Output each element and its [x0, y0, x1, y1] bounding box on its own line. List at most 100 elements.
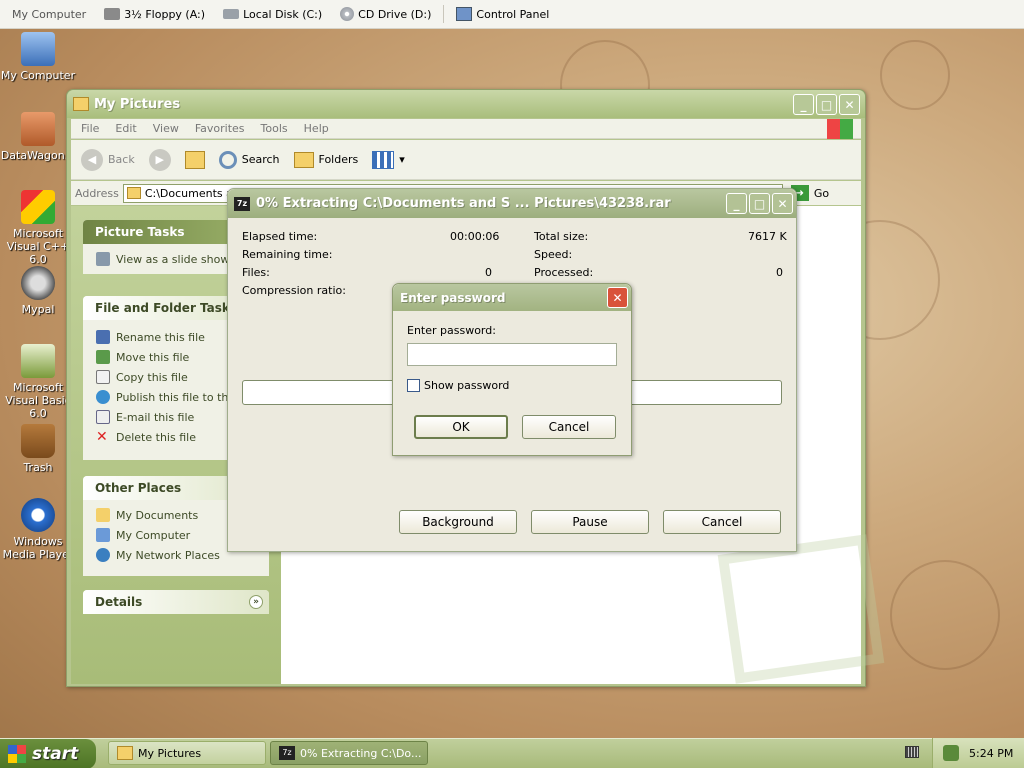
back-arrow-icon: ◀: [81, 148, 103, 171]
desktop-icon-label: Windows Media Player: [2, 535, 74, 561]
media-player-icon: [21, 498, 55, 532]
explorer-title-bar[interactable]: My Pictures: [67, 90, 865, 118]
pause-button[interactable]: Pause: [531, 510, 649, 534]
expand-chevron-icon[interactable]: »: [249, 595, 263, 609]
menu-edit[interactable]: Edit: [115, 122, 136, 135]
topbar-local-disk[interactable]: Local Disk (C:): [217, 6, 328, 23]
minimize-button[interactable]: _: [793, 94, 814, 115]
desktop-icon-my-computer[interactable]: My Computer: [0, 32, 76, 82]
topbar-cd-drive-label: CD Drive (D:): [358, 7, 432, 21]
pause-button-label: Pause: [572, 515, 608, 529]
desktop-icon-label: My Computer: [0, 69, 76, 82]
extract-cancel-button[interactable]: Cancel: [663, 510, 781, 534]
ok-button[interactable]: OK: [414, 415, 508, 439]
menu-file[interactable]: File: [81, 122, 99, 135]
topbar-separator: [443, 5, 445, 23]
windows-flag-icon: [8, 744, 26, 763]
task-label: Copy this file: [116, 370, 188, 384]
chevron-down-icon: ▾: [399, 153, 405, 166]
password-cancel-button[interactable]: Cancel: [522, 415, 616, 439]
forward-button[interactable]: ▶: [145, 146, 175, 174]
up-folder-icon: [184, 150, 205, 169]
checkbox-box[interactable]: [407, 379, 420, 392]
menu-tools[interactable]: Tools: [261, 122, 288, 135]
topbar-cd-drive[interactable]: CD Drive (D:): [334, 5, 437, 23]
address-label: Address: [75, 186, 119, 200]
details-header[interactable]: Details »: [83, 590, 269, 614]
desktop-icon-datawagon[interactable]: DataWagon...: [0, 112, 76, 162]
system-tray: 5:24 PM: [932, 738, 1024, 768]
picture-watermark-icon: [717, 534, 885, 684]
globe-icon: [96, 390, 110, 404]
place-label: My Documents: [116, 508, 199, 522]
processed-value: 0: [776, 266, 783, 279]
show-password-label: Show password: [424, 379, 510, 392]
network-icon: [96, 548, 110, 562]
minimize-icon: _: [800, 97, 807, 112]
views-icon: [372, 150, 395, 169]
ok-button-label: OK: [452, 420, 470, 434]
topbar-control-panel[interactable]: Control Panel: [450, 5, 555, 23]
maximize-icon: □: [753, 196, 766, 211]
7zip-icon: 7z: [279, 746, 295, 760]
background-button[interactable]: Background: [399, 510, 517, 534]
maximize-button[interactable]: □: [816, 94, 837, 115]
start-button[interactable]: start: [0, 738, 96, 768]
elapsed-time-label: Elapsed time:: [242, 230, 318, 243]
desktop-icon-media-player[interactable]: Windows Media Player: [0, 498, 76, 561]
visual-cpp-icon: [21, 190, 55, 224]
close-icon: ✕: [777, 196, 788, 211]
floppy-drive-icon: [104, 8, 121, 20]
extract-title-bar[interactable]: 7z 0% Extracting C:\Documents and S ... …: [228, 189, 796, 218]
background-button-label: Background: [422, 515, 494, 529]
taskbar-item-my-pictures[interactable]: My Pictures: [108, 741, 266, 765]
password-title: Enter password: [400, 290, 506, 305]
extract-close-button[interactable]: ✕: [772, 193, 793, 214]
taskbar-item-extracting[interactable]: 7z 0% Extracting C:\Do...: [270, 741, 428, 765]
password-input[interactable]: [407, 343, 617, 366]
topbar-local-disk-label: Local Disk (C:): [243, 7, 323, 21]
password-close-button[interactable]: ✕: [607, 287, 628, 308]
delete-icon: ✕: [96, 429, 108, 445]
explorer-title: My Pictures: [94, 96, 181, 112]
extract-minimize-button[interactable]: _: [726, 193, 747, 214]
compression-ratio-label: Compression ratio:: [242, 284, 346, 297]
taskbar-item-label: 0% Extracting C:\Do...: [300, 746, 422, 760]
topbar-my-computer[interactable]: My Computer: [6, 6, 92, 23]
topbar-floppy[interactable]: 3½ Floppy (A:): [98, 6, 211, 23]
desktop-icon-mypal[interactable]: Mypal: [0, 266, 76, 316]
up-folder-button[interactable]: [181, 148, 209, 172]
search-button[interactable]: Search: [215, 148, 284, 172]
extract-maximize-button[interactable]: □: [749, 193, 770, 214]
extract-cancel-button-label: Cancel: [701, 515, 743, 529]
close-button[interactable]: ✕: [839, 94, 860, 115]
views-button[interactable]: ▾: [368, 148, 409, 172]
menu-favorites[interactable]: Favorites: [195, 122, 245, 135]
standard-toolbar: ◀ Back ▶ Search Folders ▾: [71, 140, 861, 180]
password-cancel-button-label: Cancel: [548, 420, 590, 434]
back-button[interactable]: ◀ Back: [77, 146, 139, 174]
clock[interactable]: 5:24 PM: [969, 747, 1013, 760]
tray-app-icon[interactable]: [943, 745, 959, 761]
desktop-icon-visual-cpp[interactable]: Microsoft Visual C++ 6.0: [0, 190, 76, 266]
folders-button[interactable]: Folders: [290, 149, 363, 171]
files-value: 0: [485, 266, 492, 279]
password-title-bar[interactable]: Enter password: [393, 284, 631, 311]
menu-bar: File Edit View Favorites Tools Help: [71, 119, 861, 139]
desktop-icon-label: Trash: [23, 461, 53, 474]
desktop-icon-label: Microsoft Visual C++ 6.0: [6, 227, 70, 266]
show-password-checkbox[interactable]: Show password: [407, 379, 509, 392]
desktop-icon-visual-basic[interactable]: Microsoft Visual Basic 6.0: [0, 344, 76, 420]
back-label: Back: [108, 153, 135, 166]
extract-title: 0% Extracting C:\Documents and S ... Pic…: [256, 196, 671, 211]
menu-help[interactable]: Help: [304, 122, 329, 135]
hard-disk-icon: [223, 9, 240, 19]
keyboard-icon[interactable]: [905, 746, 919, 758]
copy-icon: [96, 370, 110, 384]
folder-icon: [73, 97, 89, 111]
menu-view[interactable]: View: [153, 122, 179, 135]
email-icon: [96, 410, 110, 424]
desktop-icon-trash[interactable]: Trash: [0, 424, 76, 474]
control-panel-icon: [456, 7, 473, 21]
task-label: View as a slide show: [116, 252, 230, 266]
